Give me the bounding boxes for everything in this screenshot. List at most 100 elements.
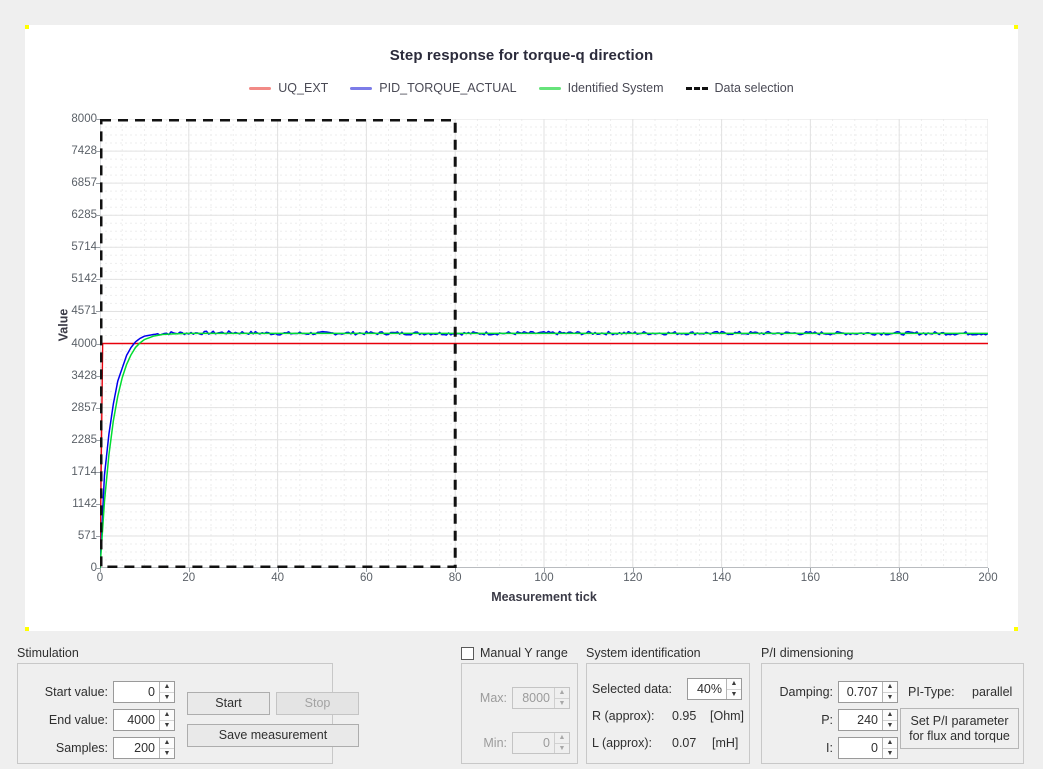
plot-area[interactable] [100,119,988,568]
spin-down-icon[interactable]: ▼ [883,721,897,731]
selected-data-spinbox[interactable]: 40% ▲ ▼ [687,678,742,700]
spin-up-icon: ▲ [555,688,569,699]
x-tick-label: 140 [712,572,732,584]
selected-data-input[interactable]: 40% [688,679,726,699]
start-value-label: Start value: [44,685,108,699]
y-max-spinbox: 8000 ▲ ▼ [512,687,570,709]
x-tick-mark [100,568,101,572]
x-tick-label: 120 [623,572,643,584]
spin-up-icon[interactable]: ▲ [883,682,897,693]
y-tick-label: 5714 [71,241,97,254]
spin-down-icon[interactable]: ▼ [160,693,174,703]
i-gain-input[interactable]: 0 [839,738,882,758]
i-gain-stepper[interactable]: ▲ ▼ [882,738,897,758]
y-tick-mark [96,183,100,185]
p-gain-input[interactable]: 240 [839,710,882,730]
spin-down-icon[interactable]: ▼ [727,690,741,700]
spin-up-icon[interactable]: ▲ [160,710,174,721]
manual-y-range-label: Manual Y range [480,646,568,660]
plot-wrap: Value Measurement tick 0 571 1142 1714 2285 2… [25,25,1018,631]
y-tick-mark [96,535,100,537]
p-gain-spinbox[interactable]: 240 ▲ ▼ [838,709,898,731]
damping-spinbox[interactable]: 0.707 ▲ ▼ [838,681,898,703]
system-identification-title: System identification [586,646,701,660]
stop-button: Stop [276,692,359,715]
resistance-unit: [Ohm] [710,709,745,723]
y-min-label: Min: [483,736,507,750]
spin-down-icon[interactable]: ▼ [160,721,174,731]
spin-up-icon[interactable]: ▲ [160,682,174,693]
damping-stepper[interactable]: ▲ ▼ [882,682,897,702]
x-tick-label: 200 [978,572,998,584]
x-tick-mark [632,568,634,572]
y-tick-label: 4000 [71,337,97,350]
save-measurement-button[interactable]: Save measurement [187,724,359,747]
spin-up-icon[interactable]: ▲ [883,738,897,749]
y-min-stepper: ▲ ▼ [554,733,569,753]
spin-up-icon[interactable]: ▲ [160,738,174,749]
x-tick-mark [988,568,989,572]
spin-down-icon[interactable]: ▼ [160,749,174,759]
selected-data-stepper[interactable]: ▲ ▼ [726,679,741,699]
end-value-spinbox[interactable]: 4000 ▲ ▼ [113,709,175,731]
i-gain-label: I: [826,741,833,755]
set-pi-parameter-line2: for flux and torque [909,728,1010,743]
i-gain-spinbox[interactable]: 0 ▲ ▼ [838,737,898,759]
spin-up-icon[interactable]: ▲ [727,679,741,690]
selected-data-label: Selected data: [592,682,672,696]
y-tick-label: 4571 [71,305,97,318]
end-value-stepper[interactable]: ▲ ▼ [159,710,174,730]
start-value-stepper[interactable]: ▲ ▼ [159,682,174,702]
y-tick-mark [96,279,100,281]
samples-spinbox[interactable]: 200 ▲ ▼ [113,737,175,759]
y-tick-mark [96,343,100,345]
y-tick-label: 7428 [71,145,97,158]
y-tick-label: 1714 [71,465,97,478]
pi-type-label: PI-Type: [908,685,955,699]
y-tick-label: 2285 [71,433,97,446]
set-pi-parameter-button[interactable]: Set P/I parameter for flux and torque [900,708,1019,749]
x-tick-label: 60 [359,572,373,584]
end-value-input[interactable]: 4000 [114,710,159,730]
p-gain-stepper[interactable]: ▲ ▼ [882,710,897,730]
samples-input[interactable]: 200 [114,738,159,758]
y-min-spinbox: 0 ▲ ▼ [512,732,570,754]
y-axis-tick-labels: 0 571 1142 1714 2285 2857 3428 4000 4571 5142 5714… [47,113,97,574]
x-tick-mark [455,568,457,572]
pi-type-value: parallel [972,685,1013,699]
spin-down-icon[interactable]: ▼ [883,749,897,759]
start-value-input[interactable]: 0 [114,682,159,702]
end-value-label: End value: [48,713,108,727]
y-tick-label: 571 [77,529,97,542]
y-tick-label: 2857 [71,401,97,414]
damping-input[interactable]: 0.707 [839,682,882,702]
data-selection-rect[interactable] [100,119,988,568]
controls-panel: Stimulation Start value: 0 ▲ ▼ End value… [0,636,1043,769]
spin-up-icon: ▲ [555,733,569,744]
samples-stepper[interactable]: ▲ ▼ [159,738,174,758]
x-tick-label: 0 [96,572,104,584]
x-tick-mark [188,568,190,572]
y-tick-label: 6285 [71,209,97,222]
start-value-spinbox[interactable]: 0 ▲ ▼ [113,681,175,703]
x-tick-mark [366,568,368,572]
x-axis-tick-labels: 0 20 40 60 80 100 120 140 160 180 200 [96,572,998,590]
y-tick-label: 3428 [71,369,97,382]
start-button[interactable]: Start [187,692,270,715]
x-axis-title: Measurement tick [491,590,597,604]
set-pi-parameter-line1: Set P/I parameter [910,714,1009,729]
manual-y-range-checkbox[interactable] [461,647,474,660]
x-tick-mark [810,568,812,572]
y-tick-mark [96,247,100,249]
y-max-label: Max: [479,691,507,705]
x-tick-label: 20 [182,572,196,584]
inductance-unit: [mH] [712,736,739,750]
y-tick-mark [96,407,100,409]
spin-up-icon[interactable]: ▲ [883,710,897,721]
inductance-label: L (approx): [592,736,652,750]
x-tick-mark [721,568,723,572]
spin-down-icon[interactable]: ▼ [883,693,897,703]
x-tick-mark [899,568,901,572]
plot-card: Step response for torque-q direction UQ_… [25,25,1018,631]
x-tick-label: 80 [448,572,462,584]
